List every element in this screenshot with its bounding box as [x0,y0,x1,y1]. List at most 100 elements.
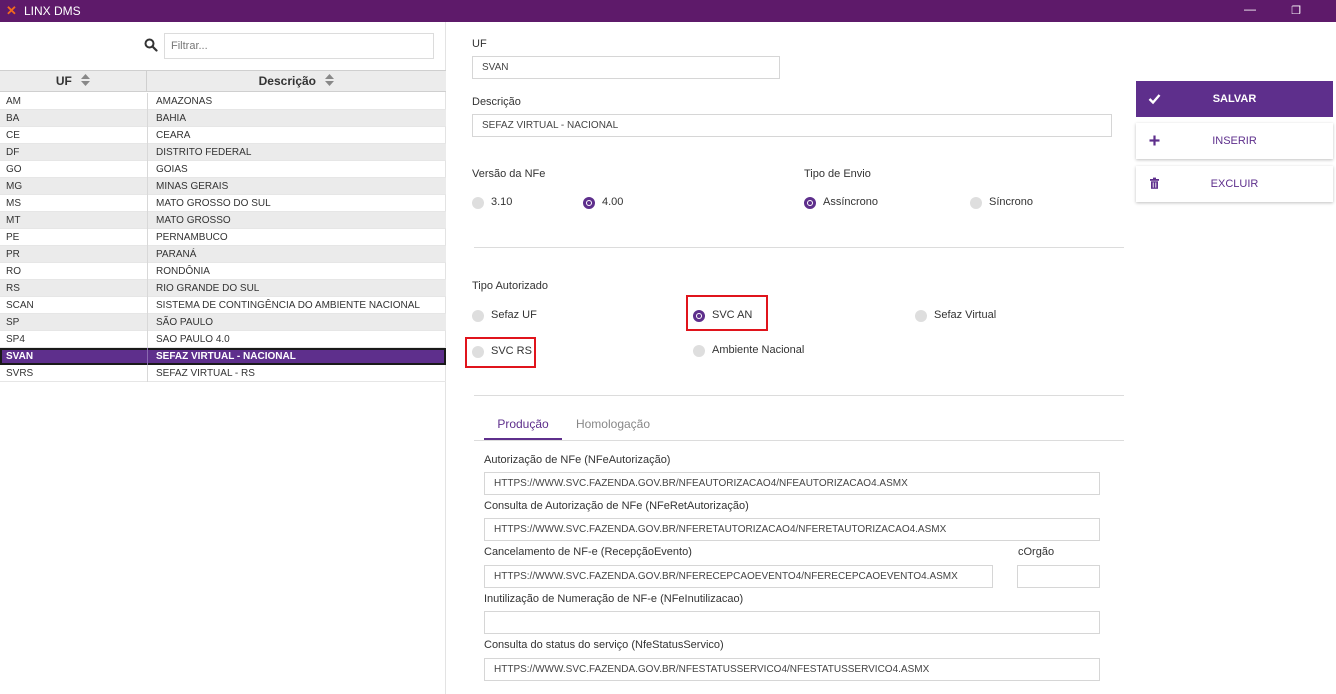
corgao-field[interactable] [1017,565,1100,588]
uf-table-body: AM AMAZONAS BA BAHIA CE CEARA DF DISTRITO FEDER… [0,93,446,382]
cell-uf: BA [6,113,20,124]
inutilizacao-url-field[interactable] [484,611,1100,634]
column-divider [147,297,148,314]
table-row[interactable]: GO GOIAS [0,161,446,178]
excluir-button[interactable]: EXCLUIR [1136,166,1333,202]
table-row[interactable]: CE CEARA [0,127,446,144]
cell-uf: SVRS [6,368,34,379]
radio-sefaz-uf-label: Sefaz UF [491,309,537,321]
table-row[interactable]: BA BAHIA [0,110,446,127]
cell-uf: GO [6,164,22,175]
cell-uf: RS [6,283,20,294]
table-row[interactable]: DF DISTRITO FEDERAL [0,144,446,161]
tab-homologacao[interactable]: Homologação [568,408,658,440]
cell-descricao: SISTEMA DE CONTINGÊNCIA DO AMBIENTE NACI… [156,300,420,311]
table-row[interactable]: PR PARANÁ [0,246,446,263]
column-divider [147,195,148,212]
corgao-label: cOrgão [1018,546,1055,558]
table-row[interactable]: AM AMAZONAS [0,93,446,110]
table-row[interactable]: SP SÃO PAULO [0,314,446,331]
cell-uf: PE [6,232,20,243]
filter-input[interactable] [164,33,434,59]
cell-uf: MS [6,198,21,209]
cell-descricao: SÃO PAULO [156,317,214,328]
cell-descricao: PARANÁ [156,249,197,260]
title-bar: ✕ LINX DMS — ❐ [0,0,1336,22]
grid-header: UF Descrição [0,70,446,92]
table-row[interactable]: RO RONDÔNIA [0,263,446,280]
column-divider [147,212,148,229]
cancelamento-url-field[interactable]: HTTPS://WWW.SVC.FAZENDA.GOV.BR/NFERECEPC… [484,565,993,588]
cell-descricao: MINAS GERAIS [156,181,229,192]
cell-uf: RO [6,266,21,277]
radio-dot [804,197,816,209]
radio-assincrono-label: Assíncrono [823,196,879,208]
inserir-button[interactable]: INSERIR [1136,123,1333,159]
table-row[interactable]: RS RIO GRANDE DO SUL [0,280,446,297]
column-header-descricao[interactable]: Descrição [147,71,446,92]
table-row[interactable]: MG MINAS GERAIS [0,178,446,195]
cell-descricao: SEFAZ VIRTUAL - RS [156,368,255,379]
radio-dot [583,197,595,209]
status-servico-url-field[interactable]: HTTPS://WWW.SVC.FAZENDA.GOV.BR/NFESTATUS… [484,658,1100,681]
column-header-uf-label: UF [55,74,72,88]
highlight-box-svc-rs [465,337,536,368]
descricao-field[interactable]: SEFAZ VIRTUAL - NACIONAL [472,114,1112,137]
radio-dot [472,310,484,322]
excluir-button-label: EXCLUIR [1210,178,1259,190]
radio-dot [472,197,484,209]
app-title: LINX DMS [24,4,81,18]
restore-button[interactable]: ❐ [1286,0,1306,22]
tab-producao[interactable]: Produção [484,408,562,440]
cell-descricao: BAHIA [156,113,187,124]
ret-autorizacao-url-field[interactable]: HTTPS://WWW.SVC.FAZENDA.GOV.BR/NFERETAUT… [484,518,1100,541]
cell-descricao: DISTRITO FEDERAL [156,147,252,158]
cell-uf: SP [6,317,20,328]
minimize-button[interactable]: — [1240,0,1260,22]
cell-descricao: CEARA [156,130,191,141]
linx-logo-icon: ✕ [6,3,17,18]
cancelamento-label: Cancelamento de NF-e (RecepçãoEvento) [484,546,692,558]
divider [474,395,1124,396]
cell-descricao: AMAZONAS [156,96,213,107]
radio-dot [915,310,927,322]
cell-uf: MG [6,181,23,192]
cell-descricao: SAO PAULO 4.0 [156,334,230,345]
cell-descricao: GOIAS [156,164,188,175]
radio-dot [693,345,705,357]
table-row[interactable]: PE PERNAMBUCO [0,229,446,246]
column-divider [147,365,148,382]
table-row[interactable]: SCAN SISTEMA DE CONTINGÊNCIA DO AMBIENTE … [0,297,446,314]
sort-icon [325,74,335,86]
cell-descricao: MATO GROSSO DO SUL [156,198,271,209]
column-divider [147,229,148,246]
column-divider [147,331,148,348]
tab-bar-divider [474,440,1124,441]
cell-uf: CE [6,130,20,141]
table-row[interactable]: SP4 SAO PAULO 4.0 [0,331,446,348]
status-servico-label: Consulta do status do serviço (NfeStatus… [484,639,724,651]
column-divider [147,348,148,365]
radio-dot [970,197,982,209]
salvar-button[interactable]: SALVAR [1136,81,1333,117]
cell-descricao: RONDÔNIA [156,266,210,277]
table-row[interactable]: SVRS SEFAZ VIRTUAL - RS [0,365,446,382]
radio-sefaz-virtual-label: Sefaz Virtual [934,309,997,321]
column-divider [147,263,148,280]
cell-uf: PR [6,249,20,260]
uf-field[interactable]: SVAN [472,56,780,79]
table-row[interactable]: MS MATO GROSSO DO SUL [0,195,446,212]
inutilizacao-label: Inutilização de Numeração de NF-e (NFeIn… [484,593,744,605]
tipo-envio-label: Tipo de Envio [804,168,871,180]
autorizacao-url-field[interactable]: HTTPS://WWW.SVC.FAZENDA.GOV.BR/NFEAUTORI… [484,472,1100,495]
column-header-uf[interactable]: UF [0,71,147,92]
highlight-box-svc-an [686,295,768,331]
table-row[interactable]: SVAN SEFAZ VIRTUAL - NACIONAL [0,348,446,365]
cell-uf: SVAN [6,351,34,362]
cell-uf: MT [6,215,21,226]
autorizacao-label: Autorização de NFe (NFeAutorização) [484,454,671,466]
table-row[interactable]: MT MATO GROSSO [0,212,446,229]
radio-versao-310-label: 3.10 [491,196,513,208]
cell-uf: DF [6,147,20,158]
cell-descricao: PERNAMBUCO [156,232,228,243]
